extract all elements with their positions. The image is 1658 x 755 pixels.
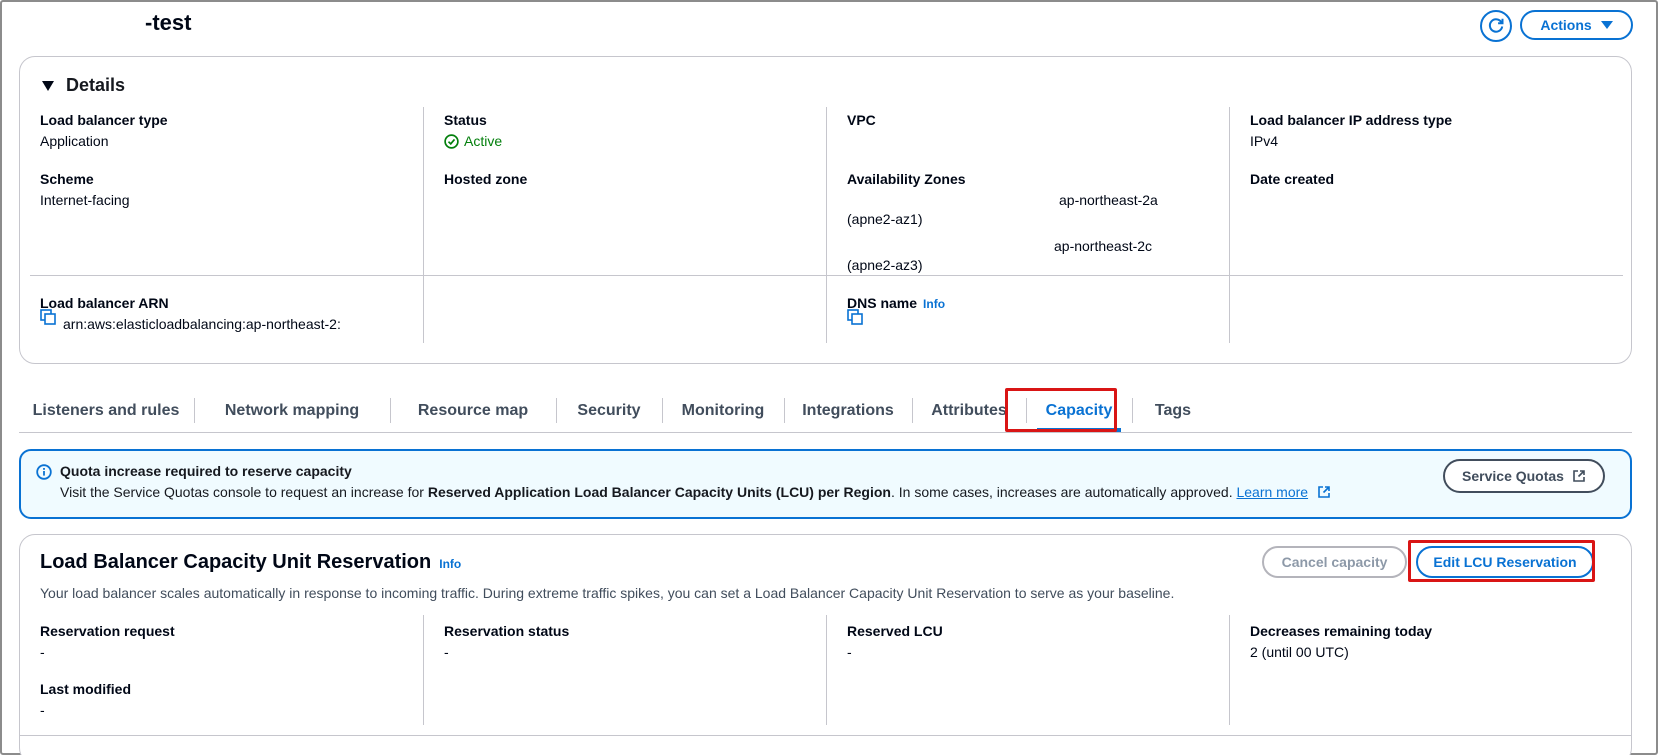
service-quotas-label: Service Quotas	[1462, 468, 1564, 484]
arn-label: Load balancer ARN	[40, 295, 169, 311]
lcu-info-link[interactable]: Info	[439, 557, 461, 571]
reservation-status-value: -	[444, 644, 449, 660]
decreases-remaining-label: Decreases remaining today	[1250, 623, 1433, 639]
decreases-remaining-value: 2 (until 00 UTC)	[1250, 644, 1349, 660]
column-divider	[1229, 107, 1230, 343]
reserved-lcu-value: -	[847, 644, 852, 660]
refresh-button[interactable]	[1480, 10, 1512, 42]
caret-down-icon	[1600, 21, 1613, 29]
copy-icon[interactable]	[847, 309, 863, 325]
actions-button[interactable]: Actions	[1520, 10, 1633, 40]
arn-value: arn:aws:elasticloadbalancing:ap-northeas…	[63, 316, 341, 332]
info-icon	[36, 464, 52, 480]
alert-body-suffix: . In some cases, increases are automatic…	[890, 484, 1237, 500]
copy-icon[interactable]	[40, 309, 56, 325]
column-divider	[423, 615, 424, 725]
check-circle-icon	[444, 133, 459, 149]
details-toggle[interactable]: Details	[42, 75, 125, 96]
capacity-tab-highlight	[1005, 388, 1117, 432]
reservation-request-label: Reservation request	[40, 623, 175, 639]
section-divider	[20, 735, 1631, 736]
tab-network-mapping[interactable]: Network mapping	[195, 388, 389, 433]
vpc-label: VPC	[847, 112, 876, 128]
scheme-label: Scheme	[40, 171, 94, 187]
lcu-reservation-panel: Load Balancer Capacity Unit Reservation I…	[19, 534, 1632, 755]
column-divider	[826, 615, 827, 725]
alert-title: Quota increase required to reserve capac…	[60, 463, 352, 479]
reservation-status-label: Reservation status	[444, 623, 570, 639]
caret-down-icon	[42, 80, 54, 91]
external-link-icon	[1573, 470, 1585, 482]
last-modified-label: Last modified	[40, 681, 132, 697]
load-balancer-type-value: Application	[40, 133, 109, 149]
az-id: (apne2-az3)	[847, 257, 923, 273]
status-label: Status	[444, 112, 487, 128]
section-divider	[30, 275, 1623, 276]
alert-body-prefix: Visit the Service Quotas console to requ…	[60, 484, 428, 500]
tab-security[interactable]: Security	[557, 388, 661, 433]
az-name: ap-northeast-2c	[1054, 238, 1153, 254]
column-divider	[1229, 615, 1230, 725]
edit-lcu-highlight	[1408, 540, 1595, 582]
tab-tags[interactable]: Tags	[1133, 388, 1213, 433]
page-title: -test	[145, 10, 192, 35]
quota-alert: Quota increase required to reserve capac…	[19, 449, 1632, 519]
details-panel: Details Load balancer type Application S…	[19, 56, 1632, 364]
az-id: (apne2-az1)	[847, 211, 923, 227]
status-value: Active	[464, 133, 503, 149]
column-divider	[423, 107, 424, 343]
scheme-value: Internet-facing	[40, 192, 130, 208]
tab-bar: Listeners and rules Network mapping Reso…	[19, 388, 1632, 433]
hosted-zone-label: Hosted zone	[444, 171, 528, 187]
alert-body: Visit the Service Quotas console to requ…	[60, 484, 1331, 500]
column-divider	[826, 285, 827, 335]
tab-monitoring[interactable]: Monitoring	[663, 388, 783, 433]
actions-label: Actions	[1540, 17, 1592, 33]
tab-integrations[interactable]: Integrations	[785, 388, 911, 433]
status-badge: Active	[444, 133, 502, 149]
reserved-lcu-label: Reserved LCU	[847, 623, 943, 639]
tab-bar-border	[19, 432, 1632, 433]
az-name: ap-northeast-2a	[1059, 192, 1158, 208]
reservation-request-value: -	[40, 644, 45, 660]
tab-resource-map[interactable]: Resource map	[391, 388, 555, 433]
lcu-description: Your load balancer scales automatically …	[40, 585, 1175, 601]
external-link-icon	[1318, 486, 1330, 498]
cancel-capacity-button[interactable]: Cancel capacity	[1262, 546, 1407, 578]
alert-body-bold: Reserved Application Load Balancer Capac…	[427, 484, 891, 500]
details-heading: Details	[66, 75, 126, 95]
ip-address-type-label: Load balancer IP address type	[1250, 112, 1453, 128]
lcu-title: Load Balancer Capacity Unit Reservation I…	[40, 551, 461, 574]
tab-listeners-and-rules[interactable]: Listeners and rules	[19, 388, 193, 433]
learn-more-link[interactable]: Learn more	[1236, 484, 1308, 500]
refresh-icon	[1488, 18, 1504, 33]
lcu-title-text: Load Balancer Capacity Unit Reservation	[40, 551, 432, 573]
last-modified-value: -	[40, 702, 45, 718]
date-created-label: Date created	[1250, 171, 1335, 187]
load-balancer-type-label: Load balancer type	[40, 112, 168, 128]
ip-address-type-value: IPv4	[1250, 133, 1279, 149]
service-quotas-button[interactable]: Service Quotas	[1443, 459, 1605, 493]
availability-zones-label: Availability Zones	[847, 171, 966, 187]
dns-info-link[interactable]: Info	[923, 297, 945, 311]
